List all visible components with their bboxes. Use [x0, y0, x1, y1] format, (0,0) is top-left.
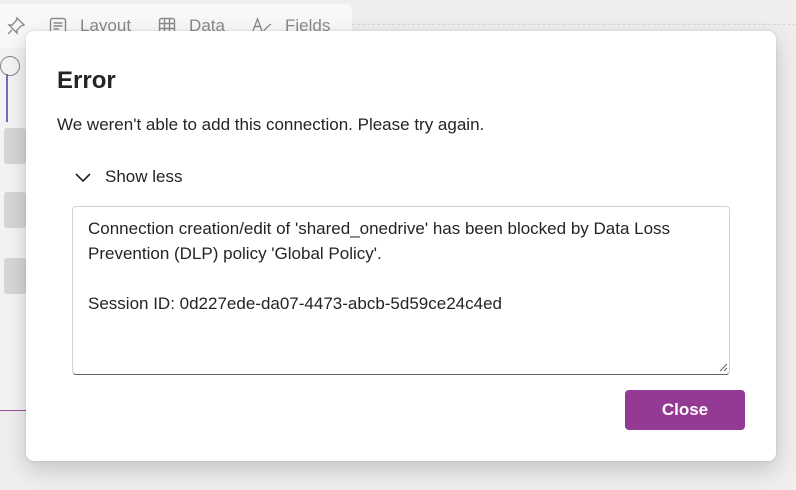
rail-item[interactable] — [4, 192, 26, 228]
dialog-title: Error — [57, 67, 116, 94]
resize-handle-icon[interactable] — [719, 363, 728, 372]
pin-icon[interactable] — [6, 16, 26, 36]
error-details-textarea[interactable]: Connection creation/edit of 'shared_oned… — [72, 206, 730, 375]
dialog-message: We weren't able to add this connection. … — [57, 115, 485, 134]
chevron-down-icon — [75, 173, 91, 183]
toggle-label: Show less — [105, 167, 183, 186]
rail-selection-indicator — [6, 74, 8, 122]
canvas-divider — [352, 24, 796, 26]
rail-button-icon[interactable] — [0, 56, 20, 76]
close-button[interactable]: Close — [625, 390, 745, 430]
left-rail — [0, 48, 26, 411]
show-less-toggle[interactable]: Show less — [74, 167, 182, 187]
rail-item[interactable] — [4, 258, 26, 294]
rail-item[interactable] — [4, 128, 26, 164]
error-dialog: Error We weren't able to add this connec… — [26, 31, 776, 461]
